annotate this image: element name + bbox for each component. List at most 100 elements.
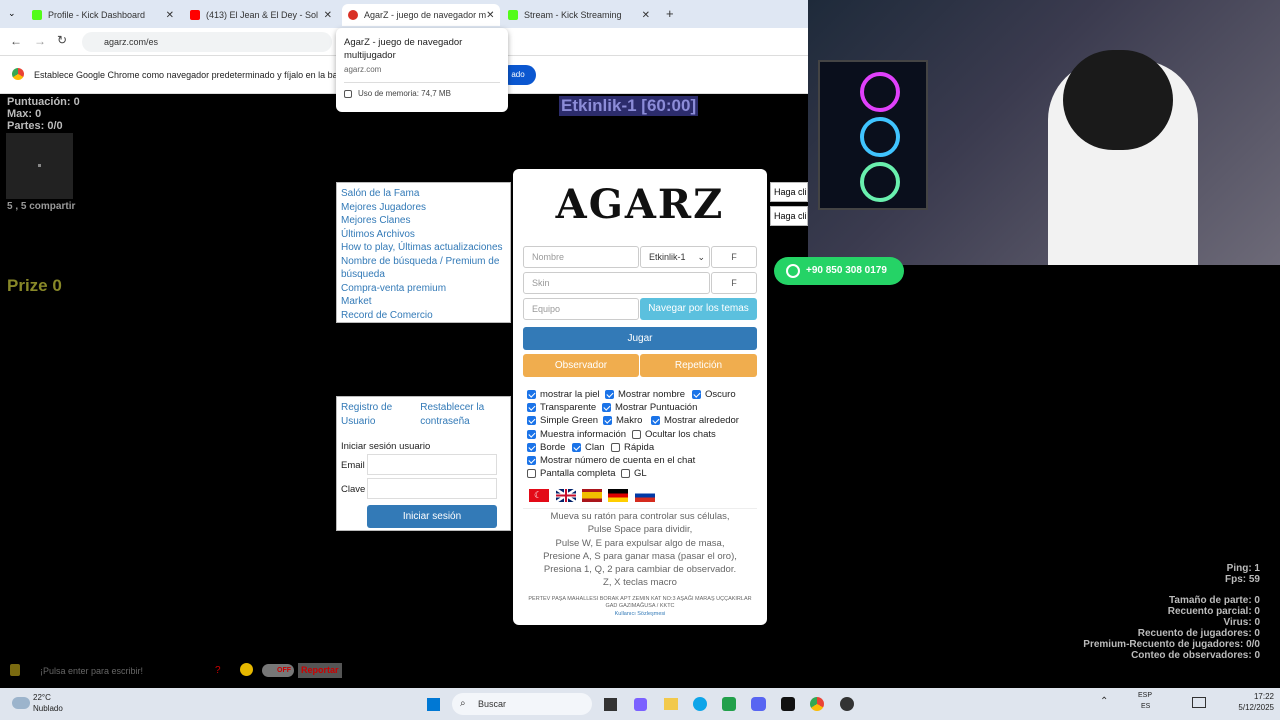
option-clan[interactable]: Clan [572, 442, 605, 453]
checkbox[interactable] [692, 390, 701, 399]
team-input[interactable]: Equipo [523, 298, 639, 320]
checkbox[interactable] [603, 416, 612, 425]
report-button[interactable]: Reportar [298, 663, 342, 678]
option-transparent[interactable]: Transparente [527, 402, 596, 413]
option-border[interactable]: Borde [527, 442, 565, 453]
checkbox[interactable] [527, 403, 536, 412]
checkbox[interactable] [527, 469, 536, 478]
option-show-info[interactable]: Muestra información [527, 429, 626, 440]
flag-uk-icon[interactable] [555, 487, 577, 504]
server-select[interactable]: Etkinlik-1 ⌄ [640, 246, 710, 268]
checkbox[interactable] [605, 390, 614, 399]
checkbox[interactable] [611, 443, 620, 452]
option-macro[interactable]: Makro [603, 415, 642, 426]
kick-app-icon[interactable] [722, 697, 736, 711]
edge-icon[interactable] [693, 697, 707, 711]
emoji-icon[interactable] [240, 663, 253, 676]
tiktok-icon[interactable] [781, 697, 795, 711]
replay-button[interactable]: Repetición [640, 354, 757, 377]
spectate-button[interactable]: Observador [523, 354, 639, 377]
new-tab-icon[interactable]: + [666, 6, 674, 21]
register-link[interactable]: Registro de Usuario [341, 401, 406, 428]
copilot-icon[interactable] [634, 698, 647, 711]
discord-icon[interactable] [751, 697, 766, 711]
help-icon[interactable]: ? [215, 665, 221, 676]
chat-input[interactable]: ¡Pulsa enter para escribir! [40, 666, 143, 676]
option-show-name[interactable]: Mostrar nombre [605, 389, 685, 400]
whatsapp-contact[interactable]: +90 850 308 0179 [774, 257, 904, 285]
task-view-icon[interactable] [604, 698, 617, 711]
tab-list-chevron-icon[interactable]: ⌄ [8, 8, 16, 19]
tray-chevron-icon[interactable]: ⌃ [1100, 696, 1108, 707]
flag-spain-icon[interactable] [582, 489, 602, 502]
option-fast[interactable]: Rápida [611, 442, 654, 453]
flag-russia-icon[interactable] [635, 489, 655, 502]
back-icon[interactable]: ← [10, 34, 22, 48]
login-button[interactable]: Iniciar sesión [367, 505, 497, 528]
checkbox[interactable] [527, 443, 536, 452]
side-button[interactable]: Haga cli [770, 182, 808, 202]
skin-font-button[interactable]: F [711, 272, 757, 294]
option-show-score[interactable]: Mostrar Puntuación [602, 402, 697, 413]
tab-kick-dashboard[interactable]: Profile - Kick Dashboard ✕ [26, 4, 180, 26]
option-hide-chats[interactable]: Ocultar los chats [632, 429, 716, 440]
clock-time[interactable]: 17:22 [1244, 692, 1274, 701]
close-tab-icon[interactable]: ✕ [166, 10, 174, 21]
link-trade-record[interactable]: Record de Comercio [341, 309, 506, 323]
link-how-to-play[interactable]: How to play, Últimas actualizaciones [341, 241, 506, 255]
language-code[interactable]: ESP [1138, 692, 1152, 699]
url-input[interactable]: agarz.com/es [82, 32, 332, 52]
network-icon[interactable] [1192, 697, 1206, 708]
link-latest-files[interactable]: Últimos Archivos [341, 228, 506, 242]
tab-agarz[interactable]: AgarZ - juego de navegador m ✕ [342, 4, 500, 26]
file-explorer-icon[interactable] [664, 698, 678, 710]
reload-icon[interactable]: ↻ [57, 33, 67, 47]
flag-turkey-icon[interactable]: ☾ [529, 489, 549, 502]
checkbox[interactable] [527, 456, 536, 465]
link-premium-trade[interactable]: Compra-venta premium [341, 282, 506, 296]
option-show-account-number[interactable]: Mostrar número de cuenta en el chat [527, 455, 695, 466]
option-show-skin[interactable]: mostrar la piel [527, 389, 600, 400]
skin-input[interactable]: Skin [523, 272, 710, 294]
checkbox[interactable] [651, 416, 660, 425]
link-market[interactable]: Market [341, 295, 506, 309]
checkbox[interactable] [527, 390, 536, 399]
user-agreement-link[interactable]: Kullanıcı Sözleşmesi [523, 611, 757, 617]
close-tab-icon[interactable]: ✕ [642, 10, 650, 21]
app-icon[interactable] [840, 697, 854, 711]
link-hall-of-fame[interactable]: Salón de la Fama [341, 187, 506, 201]
email-field[interactable] [367, 454, 497, 475]
checkbox[interactable] [527, 430, 536, 439]
chrome-taskbar-icon[interactable] [810, 697, 824, 711]
checkbox[interactable] [602, 403, 611, 412]
tab-youtube[interactable]: (413) El Jean & El Dey - Sol ✕ [184, 4, 338, 26]
option-simple-green[interactable]: Simple Green [527, 415, 598, 426]
nickname-input[interactable]: Nombre [523, 246, 639, 268]
forward-icon[interactable]: → [34, 34, 46, 48]
browse-themes-button[interactable]: Navegar por los temas [640, 298, 757, 320]
option-fullscreen[interactable]: Pantalla completa [527, 468, 616, 479]
close-tab-icon[interactable]: ✕ [324, 10, 332, 21]
checkbox[interactable] [632, 430, 641, 439]
trash-icon[interactable] [10, 664, 20, 676]
side-button[interactable]: Haga cli [770, 206, 808, 226]
option-dark[interactable]: Oscuro [692, 389, 736, 400]
checkbox[interactable] [527, 416, 536, 425]
reset-password-link[interactable]: Restablecer la contraseña [420, 401, 506, 428]
weather-icon[interactable] [12, 697, 30, 709]
close-tab-icon[interactable]: ✕ [486, 10, 494, 21]
checkbox[interactable] [621, 469, 630, 478]
checkbox[interactable] [572, 443, 581, 452]
password-field[interactable] [367, 478, 497, 499]
tab-kick-stream[interactable]: Stream - Kick Streaming ✕ [502, 4, 656, 26]
link-name-search[interactable]: Nombre de búsqueda / Premium de búsqueda [341, 255, 506, 282]
windows-start-icon[interactable] [426, 697, 441, 712]
option-show-around[interactable]: Mostrar alrededor [651, 415, 739, 426]
link-best-clans[interactable]: Mejores Clanes [341, 214, 506, 228]
chat-toggle[interactable]: OFF [262, 664, 294, 677]
taskbar-search[interactable]: ⌕ Buscar [452, 693, 592, 715]
name-font-button[interactable]: F [711, 246, 757, 268]
link-best-players[interactable]: Mejores Jugadores [341, 201, 506, 215]
play-button[interactable]: Jugar [523, 327, 757, 350]
flag-germany-icon[interactable] [608, 489, 628, 502]
